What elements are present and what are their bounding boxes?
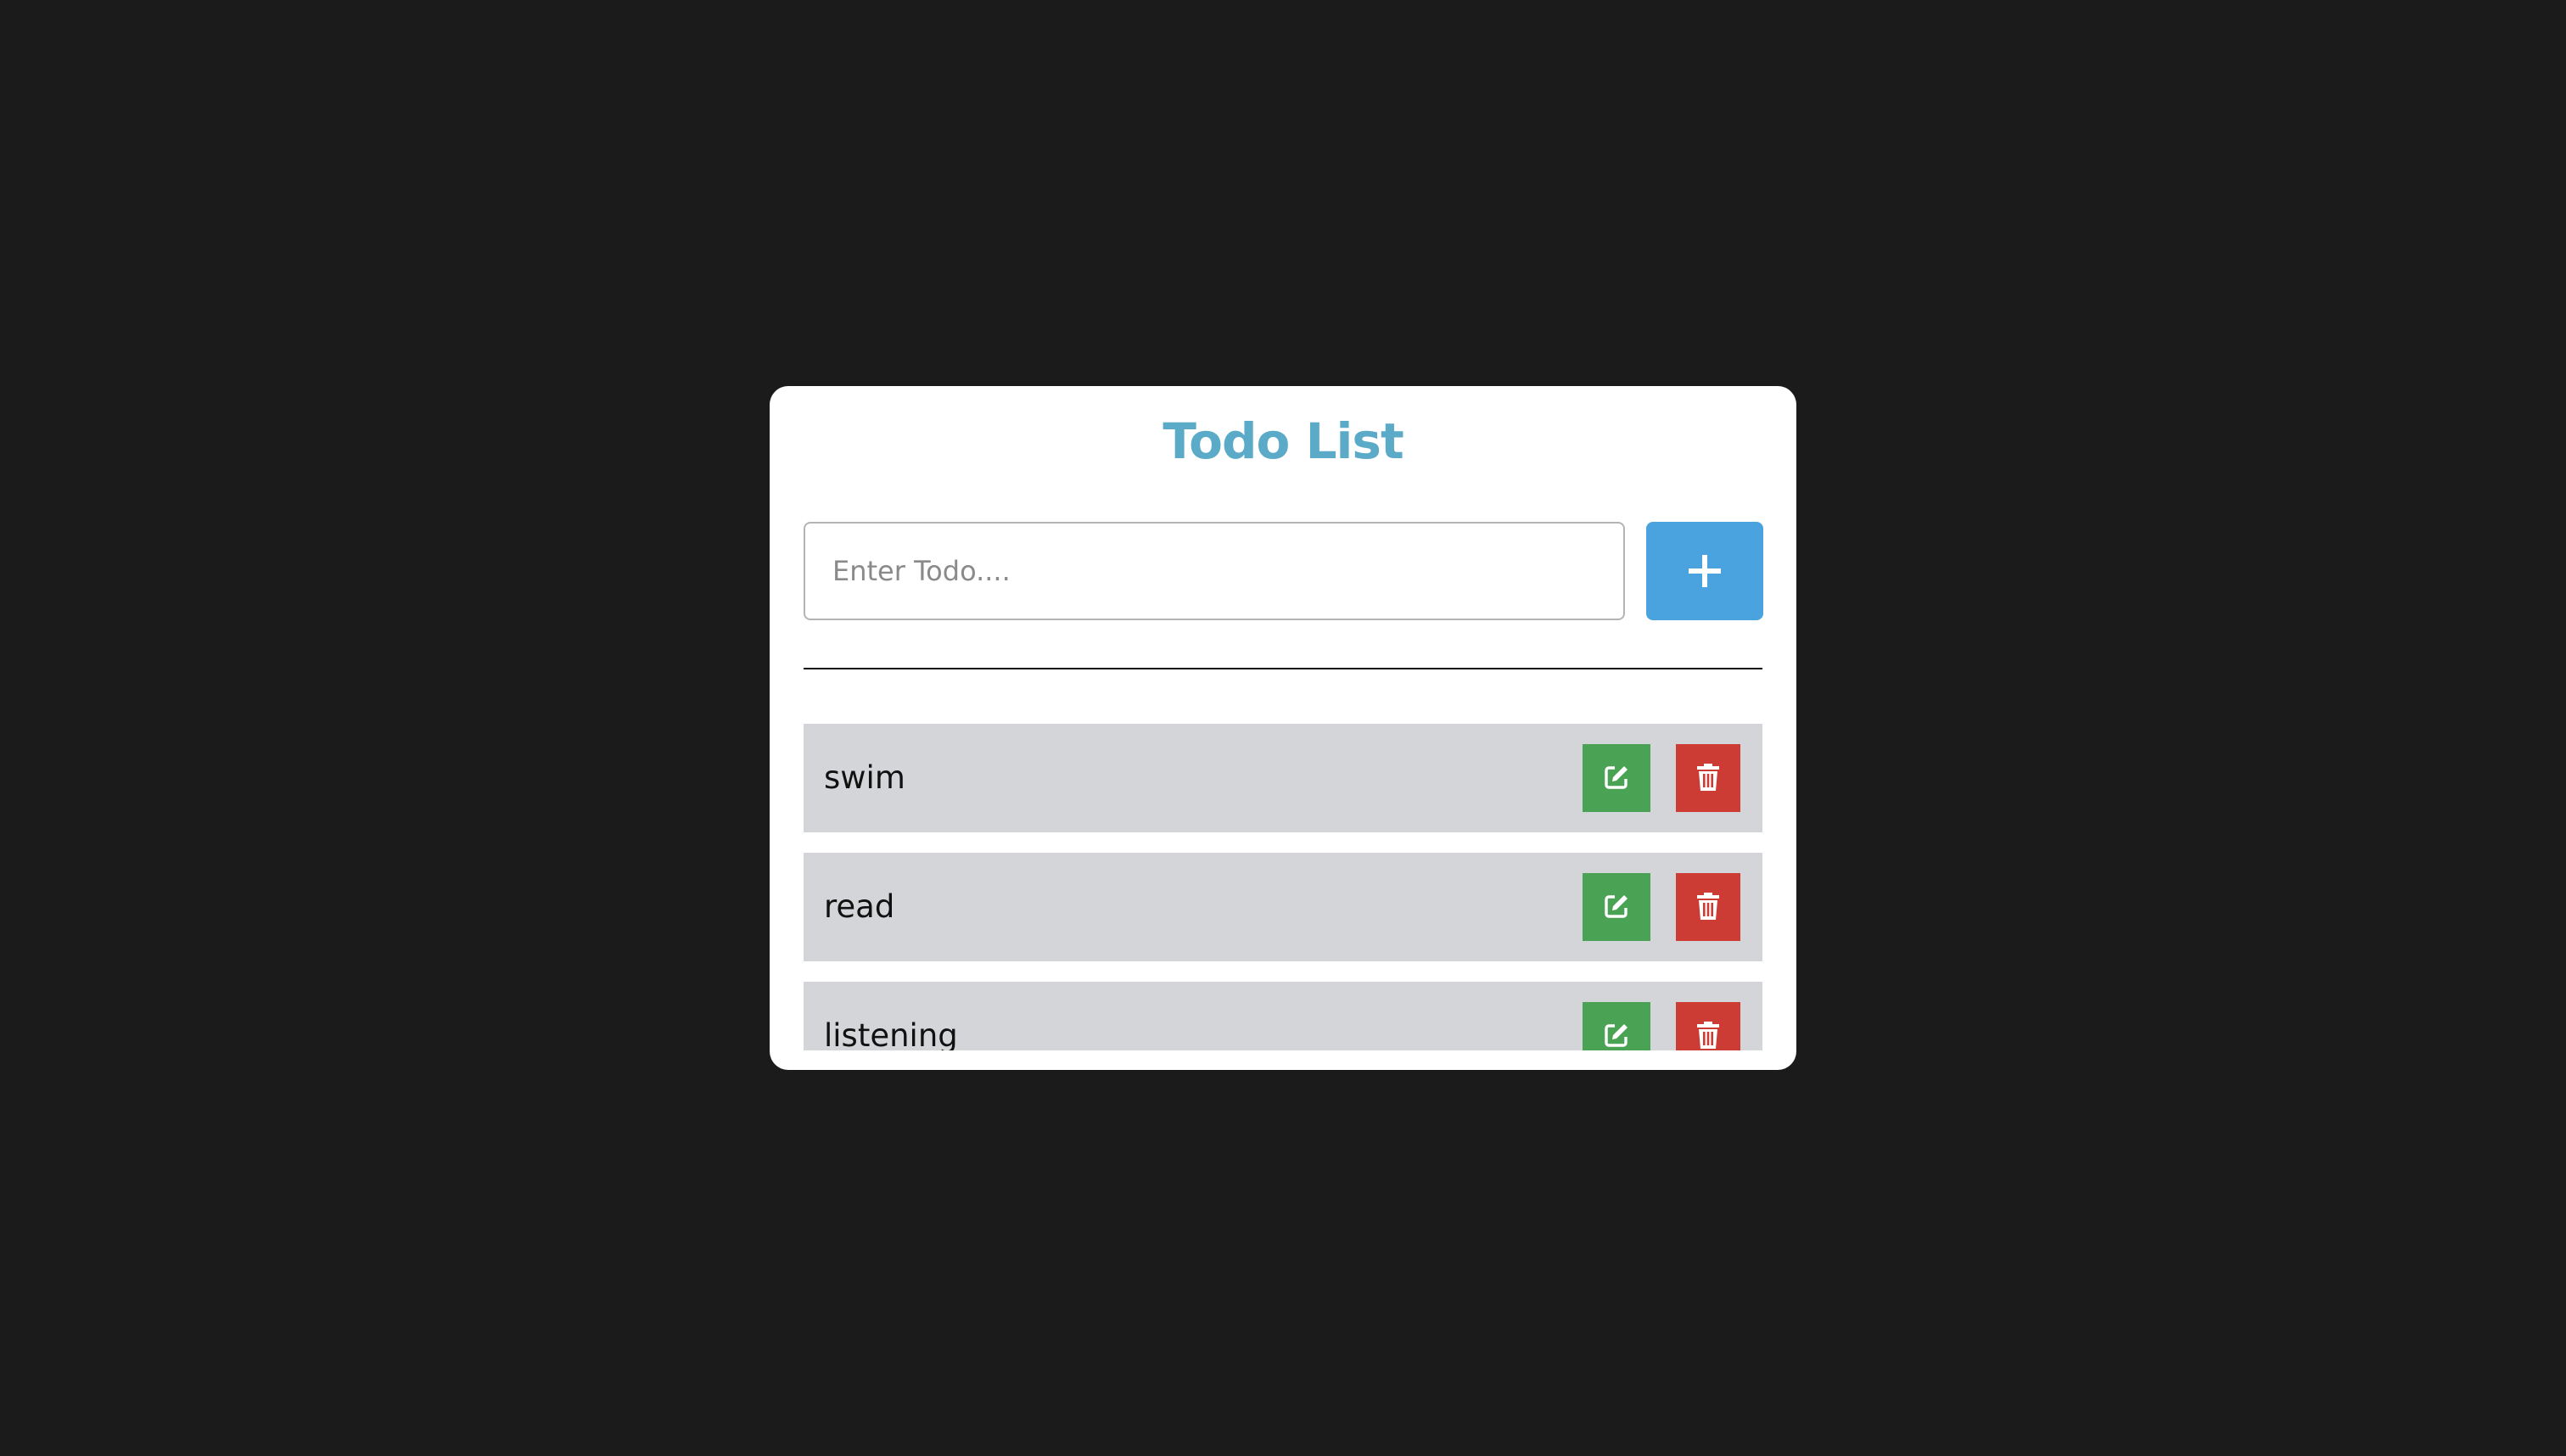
delete-todo-button[interactable] xyxy=(1676,873,1740,941)
delete-todo-button[interactable] xyxy=(1676,1002,1740,1050)
todo-list[interactable]: swim read listening xyxy=(804,724,1762,1050)
delete-todo-button[interactable] xyxy=(1676,744,1740,812)
todo-item: read xyxy=(804,853,1762,961)
divider xyxy=(804,668,1762,669)
trash-icon xyxy=(1695,763,1721,794)
todo-item-text: read xyxy=(824,888,895,925)
edit-icon xyxy=(1602,1021,1631,1051)
todo-card: Todo List swim xyxy=(770,386,1796,1070)
edit-icon xyxy=(1602,892,1631,923)
page-title: Todo List xyxy=(1163,412,1403,470)
todo-item-text: listening xyxy=(824,1017,958,1050)
trash-icon xyxy=(1695,892,1721,923)
edit-todo-button[interactable] xyxy=(1583,873,1650,941)
todo-item-text: swim xyxy=(824,759,905,796)
trash-icon xyxy=(1695,1021,1721,1051)
todo-item: listening xyxy=(804,982,1762,1050)
edit-todo-button[interactable] xyxy=(1583,1002,1650,1050)
add-todo-button[interactable] xyxy=(1646,522,1763,620)
edit-icon xyxy=(1602,763,1631,794)
todo-input[interactable] xyxy=(804,522,1625,620)
todo-item: swim xyxy=(804,724,1762,832)
add-todo-form xyxy=(804,522,1763,620)
edit-todo-button[interactable] xyxy=(1583,744,1650,812)
plus-icon xyxy=(1646,554,1763,588)
